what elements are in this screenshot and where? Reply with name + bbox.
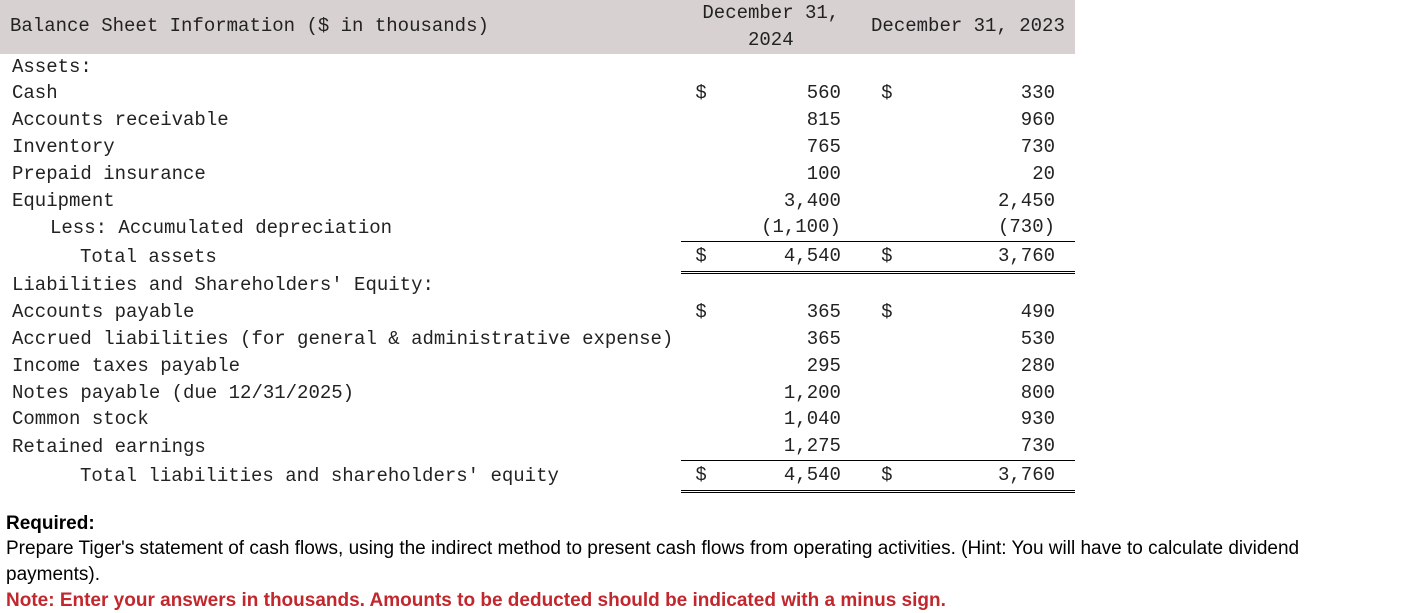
- required-body: Prepare Tiger's statement of cash flows,…: [6, 536, 1394, 587]
- row-accounts-receivable: Accounts receivable 815 960: [0, 107, 1075, 134]
- row-accrued-liabilities: Accrued liabilities (for general & admin…: [0, 326, 1075, 353]
- row-total-liabilities-equity: Total liabilities and shareholders' equi…: [0, 461, 1075, 492]
- row-accounts-payable: Accounts payable $ 365 $ 490: [0, 299, 1075, 326]
- row-notes-payable: Notes payable (due 12/31/2025) 1,200 800: [0, 380, 1075, 407]
- section-heading-liabilities: Liabilities and Shareholders' Equity:: [0, 272, 1075, 299]
- required-block: Required: Prepare Tiger's statement of c…: [0, 493, 1400, 613]
- row-cash: Cash $ 560 $ 330: [0, 80, 1075, 107]
- row-income-taxes-payable: Income taxes payable 295 280: [0, 353, 1075, 380]
- col-header-2024-line2: 2024: [681, 27, 861, 54]
- row-total-assets: Total assets $ 4,540 $ 3,760: [0, 242, 1075, 273]
- row-common-stock: Common stock 1,040 930: [0, 406, 1075, 433]
- table-title: Balance Sheet Information ($ in thousand…: [0, 0, 681, 54]
- required-heading: Required:: [6, 511, 1394, 537]
- row-equipment: Equipment 3,400 2,450: [0, 188, 1075, 215]
- balance-sheet-table: Balance Sheet Information ($ in thousand…: [0, 0, 1075, 493]
- col-header-2024-line1: December 31,: [681, 0, 861, 27]
- row-prepaid-insurance: Prepaid insurance 100 20: [0, 161, 1075, 188]
- col-header-2023: December 31, 2023: [861, 0, 1075, 54]
- section-heading-assets: Assets:: [0, 54, 1075, 81]
- required-note: Note: Enter your answers in thousands. A…: [6, 588, 1394, 613]
- row-inventory: Inventory 765 730: [0, 134, 1075, 161]
- row-retained-earnings: Retained earnings 1,275 730: [0, 433, 1075, 460]
- row-accumulated-depreciation: Less: Accumulated depreciation (1,100) (…: [0, 214, 1075, 241]
